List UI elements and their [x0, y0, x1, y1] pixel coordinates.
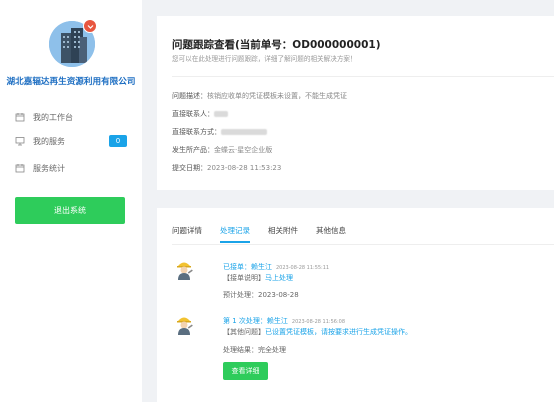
divider	[172, 76, 554, 77]
tab-divider	[172, 244, 554, 245]
field-product: 发生所产品：金蝶云·星空企业版	[172, 146, 273, 154]
tab-issue-details[interactable]: 问题详情	[172, 225, 202, 243]
view-details-button[interactable]: 查看详细	[223, 362, 268, 380]
records-card: 问题详情 处理记录 相关附件 其他信息 已接单：赖生江 2023-08-28 11…	[157, 208, 554, 402]
menu-item-workbench[interactable]: 我的工作台	[15, 110, 73, 124]
avatar[interactable]	[49, 19, 97, 67]
field-contact-info: 直接联系方式：	[172, 127, 267, 137]
field-submit-date: 提交日期：2023-08-28 11:53:23	[172, 164, 282, 172]
record-note: 【其他问题】已设置凭证模板，请按要求进行生成凭证操作。	[223, 328, 412, 336]
record-note: 【接单说明】马上处理	[223, 274, 293, 282]
menu-item-label: 我的工作台	[33, 112, 73, 122]
page-title: 问题跟踪查看(当前单号：OD000000001)	[172, 39, 381, 51]
menu-item-label: 服务统计	[33, 163, 65, 173]
record-result: 处理结果：完全处理	[223, 346, 286, 354]
record-header: 已接单：赖生江 2023-08-28 11:55:11	[223, 263, 330, 271]
issue-info-card: 问题跟踪查看(当前单号：OD000000001) 您可以在此处理进行问题跟踪，详…	[157, 16, 554, 190]
logout-button[interactable]: 退出系统	[15, 197, 125, 224]
field-contact-person: 直接联系人：	[172, 109, 228, 119]
calendar-icon	[15, 112, 25, 122]
menu-item-statistics[interactable]: 服务统计	[15, 161, 65, 175]
menu-item-my-services[interactable]: 我的服务	[15, 134, 65, 148]
worker-icon	[173, 313, 195, 335]
record-time: 2023-08-28 11:55:11	[276, 265, 330, 271]
worker-icon	[173, 258, 195, 280]
menu-item-label: 我的服务	[33, 136, 65, 146]
redacted-value	[214, 111, 228, 117]
chevron-down-icon[interactable]	[83, 19, 97, 33]
tab-processing-records[interactable]: 处理记录	[220, 225, 250, 243]
company-name: 湖北嘉辐达再生资源利用有限公司	[6, 77, 136, 87]
record-header: 第 1 次处理：赖生江 2023-08-28 11:56:08	[223, 317, 346, 325]
monitor-icon	[15, 136, 25, 146]
page-subtitle: 您可以在此处理进行问题跟踪，详细了解问题的相关解决方案！	[172, 55, 357, 63]
tab-attachments[interactable]: 相关附件	[268, 225, 298, 243]
field-description: 问题描述：核销应收单的凭证模板未设置，不能生成凭证	[172, 92, 347, 100]
redacted-value	[221, 129, 267, 135]
tab-other-info[interactable]: 其他信息	[316, 225, 346, 243]
count-badge: 0	[109, 135, 127, 147]
calendar-icon	[15, 163, 25, 173]
tab-bar: 问题详情 处理记录 相关附件 其他信息	[172, 225, 364, 243]
record-expected: 预计处理：2023-08-28	[223, 291, 299, 299]
record-time: 2023-08-28 11:56:08	[291, 319, 346, 325]
sidebar: 湖北嘉辐达再生资源利用有限公司 我的工作台 我的服务 0 服务统计 退出系统	[0, 0, 142, 402]
